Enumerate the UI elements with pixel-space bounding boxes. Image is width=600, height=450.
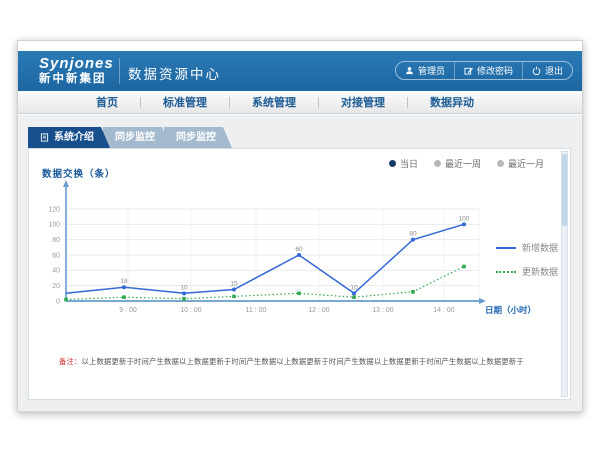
svg-text:10: 10 [180, 284, 188, 291]
nav-separator [318, 97, 319, 108]
user-actions: 管理员修改密码退出 [395, 61, 573, 80]
nav-item-2[interactable]: 系统管理 [246, 94, 302, 110]
range-radio-1[interactable]: 最近一周 [434, 157, 481, 170]
range-radio-0[interactable]: 当日 [389, 157, 418, 170]
svg-text:60: 60 [295, 246, 303, 253]
svg-text:60: 60 [52, 252, 60, 259]
svg-text:10 : 00: 10 : 00 [180, 307, 202, 314]
radio-dot-icon [497, 160, 504, 167]
user-action-0[interactable]: 管理员 [396, 62, 454, 79]
svg-text:40: 40 [52, 268, 60, 275]
tab-0[interactable]: 系统介绍 [28, 127, 110, 148]
radio-dot-icon [434, 160, 441, 167]
screen: Synjones 新中新集团 数据资源中心 管理员修改密码退出 首页标准管理系统… [0, 0, 600, 450]
svg-text:15: 15 [230, 280, 238, 287]
exchange-line-chart: 0 20 40 60 80 100 120 9 : 00 10 : 00 11 : 00 12 : … [29, 177, 572, 329]
svg-text:20: 20 [52, 283, 60, 290]
user-action-2[interactable]: 退出 [522, 62, 572, 79]
logout-icon [532, 66, 541, 75]
logo-main-text: Synjones [39, 55, 114, 72]
nav-separator [229, 97, 230, 108]
chart-panel: 当日最近一周最近一月 数据交换（条） 0204060801001209 : 00… [28, 148, 571, 400]
range-radios: 当日 最近一周 最近一月 [389, 157, 544, 170]
edit-icon [464, 66, 473, 75]
user-action-1[interactable]: 修改密码 [454, 62, 522, 79]
legend-label: 新增数据 [522, 241, 558, 254]
svg-text:120: 120 [48, 206, 60, 213]
tab-bar: 系统介绍同步监控同步监控 [28, 127, 582, 148]
nav-separator [140, 97, 141, 108]
svg-text:100: 100 [48, 222, 60, 229]
scrollbar-thumb[interactable] [562, 154, 567, 226]
nav-item-4[interactable]: 数据异动 [424, 94, 480, 110]
nav-item-1[interactable]: 标准管理 [157, 94, 213, 110]
logo[interactable]: Synjones 新中新集团 [39, 55, 114, 86]
svg-text:14 : 00: 14 : 00 [433, 307, 455, 314]
series-legend: 新增数据更新数据 [496, 241, 558, 278]
nav-separator [407, 97, 408, 108]
svg-text:13 : 00: 13 : 00 [372, 307, 394, 314]
svg-text:80: 80 [409, 231, 417, 238]
svg-text:10: 10 [350, 284, 358, 291]
svg-text:日期（小时）: 日期（小时） [485, 305, 536, 315]
radio-dot-icon [389, 160, 396, 167]
user-icon [405, 66, 414, 75]
document-icon [40, 133, 49, 142]
svg-text:12 : 00: 12 : 00 [308, 307, 330, 314]
tab-2[interactable]: 同步监控 [164, 127, 232, 148]
page-title: 数据资源中心 [128, 63, 221, 83]
content-area: 系统介绍同步监控同步监控 当日最近一周最近一月 数据交换（条） 02040608… [18, 115, 582, 411]
legend-item-1: 更新数据 [496, 265, 558, 278]
svg-text:9 : 00: 9 : 00 [119, 307, 137, 314]
legend-line-sample [496, 247, 516, 249]
svg-text:100: 100 [459, 215, 470, 222]
svg-text:11 : 00: 11 : 00 [246, 307, 267, 314]
panel-scrollbar[interactable] [561, 151, 568, 397]
footnote-text: 以上数据更新于时间产生数据以上数据更新于时间产生数据以上数据更新于时间产生数据以… [82, 357, 524, 366]
legend-label: 更新数据 [522, 265, 558, 278]
nav-item-0[interactable]: 首页 [90, 94, 124, 110]
app-window: Synjones 新中新集团 数据资源中心 管理员修改密码退出 首页标准管理系统… [17, 40, 583, 412]
app-header: Synjones 新中新集团 数据资源中心 管理员修改密码退出 [18, 51, 582, 91]
legend-item-0: 新增数据 [496, 241, 558, 254]
svg-text:18: 18 [120, 278, 128, 285]
top-strip [18, 41, 582, 51]
svg-text:80: 80 [52, 237, 60, 244]
footnote: 备注：以上数据更新于时间产生数据以上数据更新于时间产生数据以上数据更新于时间产生… [59, 357, 529, 367]
nav-item-3[interactable]: 对接管理 [335, 94, 391, 110]
tab-1[interactable]: 同步监控 [103, 127, 171, 148]
footnote-prefix: 备注： [59, 357, 82, 366]
svg-text:0: 0 [56, 298, 60, 305]
legend-line-sample [496, 271, 516, 273]
header-divider [119, 58, 120, 84]
main-nav: 首页 标准管理 系统管理 对接管理 数据异动 [18, 91, 582, 114]
logo-sub-text: 新中新集团 [39, 72, 114, 86]
range-radio-2[interactable]: 最近一月 [497, 157, 544, 170]
